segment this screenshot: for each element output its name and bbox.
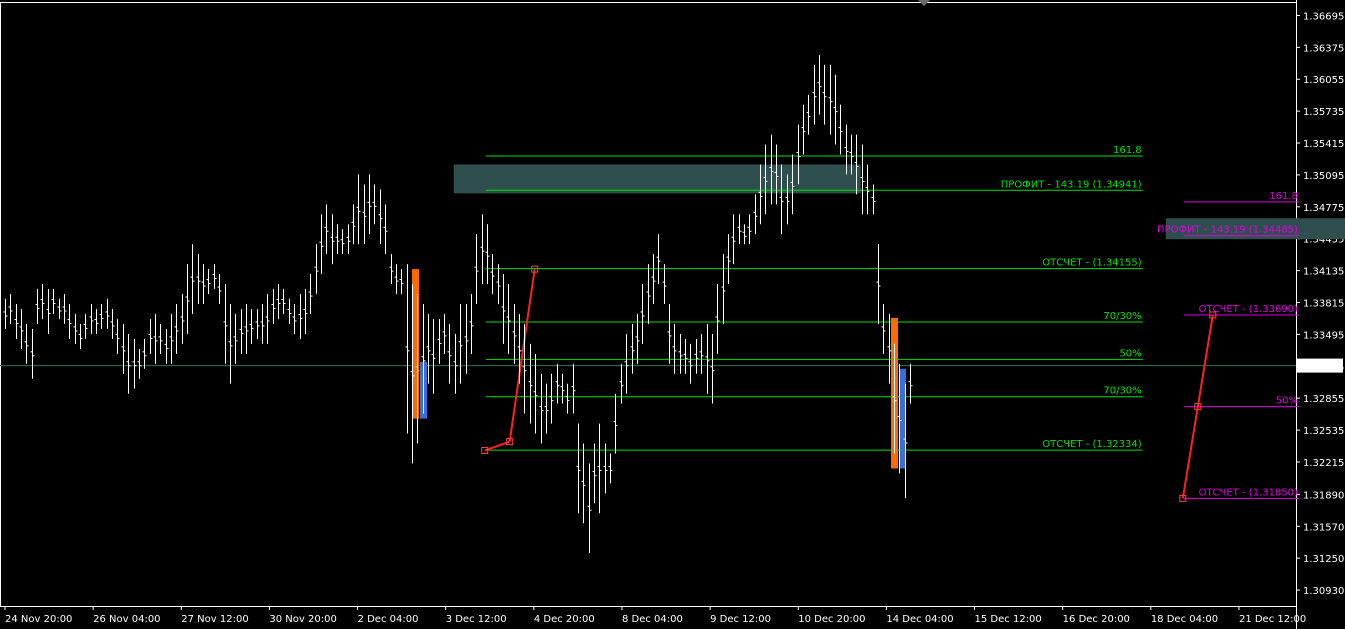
time-tick-label: 18 Dec 04:00: [1151, 614, 1218, 625]
price-tick-label: 1.33495: [1303, 330, 1344, 341]
set2-level-label: ОТСЧЕТ - (1.33690): [1199, 304, 1298, 315]
price-tick-label: 1.32215: [1303, 458, 1344, 469]
time-tick-label: 21 Dec 12:00: [1239, 614, 1306, 625]
price-tick-label: 1.33815: [1303, 299, 1344, 310]
time-tick-label: 26 Nov 04:00: [93, 614, 160, 625]
set2-level-label: 50%: [1276, 396, 1298, 407]
set1-level-label: ПРОФИТ - 143.19 (1.34941): [1001, 179, 1142, 190]
time-tick-label: 3 Dec 12:00: [446, 614, 507, 625]
price-tick-label: 1.32535: [1303, 426, 1344, 437]
price-tick-label: 1.35415: [1303, 139, 1344, 150]
price-tick-label: 1.31570: [1303, 522, 1344, 533]
price-tick-label: 1.34775: [1303, 203, 1344, 214]
time-tick-label: 15 Dec 12:00: [975, 614, 1042, 625]
time-tick-label: 8 Dec 04:00: [622, 614, 683, 625]
price-tick-label: 1.30930: [1303, 586, 1344, 597]
set2-level-label: ОТСЧЕТ - (1.31850): [1199, 487, 1298, 498]
time-tick-label: 10 Dec 20:00: [798, 614, 865, 625]
time-tick-label: 2 Dec 04:00: [358, 614, 419, 625]
time-tick-label: 30 Nov 20:00: [269, 614, 336, 625]
set2-level-label: ПРОФИТ - 143.19 (1.34485): [1157, 225, 1298, 236]
price-tick-label: 1.31890: [1303, 490, 1344, 501]
price-tick-label: 1.31250: [1303, 554, 1344, 565]
set2-signal-bar: [899, 368, 906, 469]
set1-level-label: 70/30%: [1103, 386, 1141, 397]
time-tick-label: 27 Nov 12:00: [181, 614, 248, 625]
price-tick-label: 1.36695: [1303, 11, 1344, 22]
chart-shift-marker[interactable]: [918, 0, 930, 6]
set1-level-label: ОТСЧЕТ - (1.32334): [1042, 439, 1141, 450]
set1-level-label: 70/30%: [1103, 311, 1141, 322]
price-tick-label: 1.35095: [1303, 171, 1344, 182]
price-tick-label: 1.35735: [1303, 107, 1344, 118]
time-tick-label: 14 Dec 04:00: [886, 614, 953, 625]
set1-level-label: ОТСЧЕТ - (1.34155): [1042, 258, 1141, 269]
set1-target-zone: [453, 164, 861, 194]
set1-level-label: 161.8: [1113, 145, 1142, 156]
price-tick-label: 1.32855: [1303, 394, 1344, 405]
set2-level-label: 161.8: [1269, 191, 1298, 202]
price-tick-label: 1.36375: [1303, 43, 1344, 54]
set1-level-label: 50%: [1119, 348, 1141, 359]
price-tick-label: 1.36055: [1303, 75, 1344, 86]
time-tick-label: 16 Dec 20:00: [1063, 614, 1130, 625]
price-chart[interactable]: 1.36695 1.36375 1.36055 1.35735 1.35415 1.350…: [0, 0, 1345, 629]
time-tick-label: 9 Dec 12:00: [710, 614, 771, 625]
time-tick-label: 4 Dec 20:00: [534, 614, 595, 625]
current-price-label: 1.33182: [1301, 362, 1342, 373]
time-tick-label: 24 Nov 20:00: [5, 614, 72, 625]
price-tick-label: 1.34135: [1303, 267, 1344, 278]
